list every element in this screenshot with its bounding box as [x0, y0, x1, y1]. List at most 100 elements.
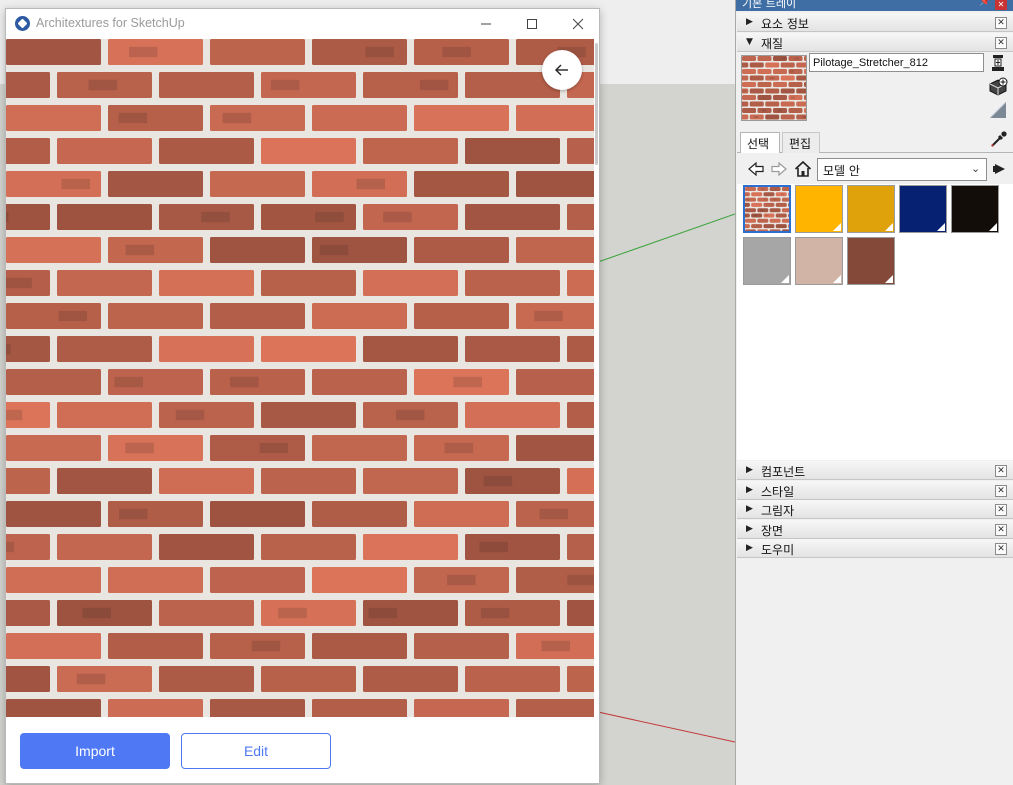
panel-close-icon[interactable]: ✕: [995, 523, 1007, 536]
material-name-input[interactable]: [809, 53, 984, 72]
brick: [796, 75, 806, 81]
window-title: Architextures for SketchUp: [36, 16, 185, 30]
brick: [414, 633, 509, 659]
materials-nav-row: 모델 안 ⌄: [737, 155, 1013, 183]
brick: [567, 468, 594, 494]
forward-arrow-icon[interactable]: [770, 160, 788, 178]
brick: [763, 224, 775, 229]
tray-close-icon[interactable]: ✕: [995, 0, 1007, 10]
brick: [57, 270, 152, 296]
brick: [742, 69, 756, 74]
brick: [751, 202, 763, 207]
brick: [57, 534, 152, 560]
tray-header[interactable]: 기본 트레이 📌 ✕: [736, 0, 1013, 11]
brick: [57, 402, 152, 428]
brick: [773, 95, 787, 100]
brick: [6, 567, 101, 593]
swatch-color-material[interactable]: [743, 237, 791, 285]
brick: [788, 95, 803, 100]
brick: [742, 75, 749, 81]
brick: [788, 213, 789, 218]
pin-icon[interactable]: 📌: [979, 0, 991, 7]
brick: [159, 534, 254, 560]
details-arrow-icon[interactable]: [992, 161, 1008, 177]
brick: [781, 229, 789, 231]
panel-close-icon[interactable]: ✕: [995, 37, 1007, 49]
panel-entity-info[interactable]: ▶ 요소 정보 ✕: [737, 13, 1013, 32]
brick: [567, 204, 594, 230]
brick: [765, 114, 780, 120]
brick: [804, 69, 806, 74]
panel-collapsed[interactable]: ▶ 스타일 ✕: [737, 480, 1013, 500]
panel-collapsed[interactable]: ▶ 컴포넌트 ✕: [737, 461, 1013, 480]
architextures-window: Architextures for SketchUp Import Edit: [5, 8, 600, 784]
brick: [57, 138, 152, 164]
brick: [414, 237, 509, 263]
brick: [465, 600, 560, 626]
close-button[interactable]: [555, 11, 601, 37]
brick: [769, 218, 781, 223]
texture-preview[interactable]: [6, 39, 594, 717]
sample-paint-icon[interactable]: [988, 100, 1008, 120]
panel-label: 장면: [761, 523, 784, 538]
brick: [6, 435, 101, 461]
panel-close-icon[interactable]: ✕: [995, 17, 1007, 29]
panel-close-icon[interactable]: ✕: [995, 543, 1007, 555]
brick: [6, 699, 101, 717]
back-button[interactable]: [542, 50, 582, 90]
green-axis-line: [597, 213, 735, 263]
swatch-color-material[interactable]: [951, 185, 999, 233]
brick: [312, 501, 407, 527]
brick: [414, 105, 509, 131]
in-model-corner-icon: [833, 275, 841, 283]
edit-button[interactable]: Edit: [181, 733, 331, 769]
panel-collapsed[interactable]: ▶ 그림자 ✕: [737, 500, 1013, 519]
eyedropper-icon[interactable]: [990, 130, 1008, 148]
brick: [765, 101, 780, 107]
back-arrow-icon[interactable]: [747, 160, 765, 178]
brick: [363, 534, 458, 560]
panel-collapsed[interactable]: ▶ 도우미 ✕: [737, 539, 1013, 558]
panel-close-icon[interactable]: ✕: [995, 465, 1007, 477]
swatch-color-material[interactable]: [795, 185, 843, 233]
brick: [516, 369, 594, 395]
brick: [757, 69, 772, 74]
display-secondary-icon[interactable]: [990, 54, 1006, 72]
brick: [465, 468, 560, 494]
scrollbar-thumb[interactable]: [595, 43, 598, 165]
brick: [745, 218, 756, 223]
import-button[interactable]: Import: [20, 733, 170, 769]
brick: [773, 69, 787, 74]
collection-dropdown[interactable]: 모델 안 ⌄: [817, 158, 987, 181]
window-scrollbar[interactable]: [594, 39, 599, 783]
swatch-color-material[interactable]: [899, 185, 947, 233]
expand-triangle-icon: ▶: [746, 504, 753, 514]
panel-close-icon[interactable]: ✕: [995, 484, 1007, 497]
home-icon[interactable]: [794, 160, 812, 178]
brick: [757, 95, 772, 100]
brick: [769, 208, 781, 213]
brick: [159, 666, 254, 692]
tab-edit[interactable]: 편집: [782, 132, 820, 153]
swatch-color-material[interactable]: [847, 237, 895, 285]
panel-label: 재질: [761, 37, 784, 51]
brick: [261, 138, 356, 164]
maximize-button[interactable]: [509, 11, 555, 37]
brick: [159, 468, 254, 494]
brick: [780, 114, 795, 120]
panel-collapsed[interactable]: ▶ 장면 ✕: [737, 519, 1013, 539]
brick: [465, 138, 560, 164]
swatch-color-material[interactable]: [795, 237, 843, 285]
create-material-icon[interactable]: [988, 77, 1008, 97]
swatch-brick-material[interactable]: [743, 185, 791, 233]
brick: [781, 208, 789, 213]
brick: [312, 369, 407, 395]
window-titlebar[interactable]: Architextures for SketchUp: [6, 9, 599, 39]
brick: [210, 39, 305, 65]
swatch-color-material[interactable]: [847, 185, 895, 233]
minimize-button[interactable]: [463, 11, 509, 37]
brick: [788, 224, 789, 228]
panel-materials[interactable]: ▼ 재질 ✕: [737, 33, 1013, 52]
tab-select[interactable]: 선택: [740, 132, 780, 153]
panel-close-icon[interactable]: ✕: [995, 504, 1007, 516]
